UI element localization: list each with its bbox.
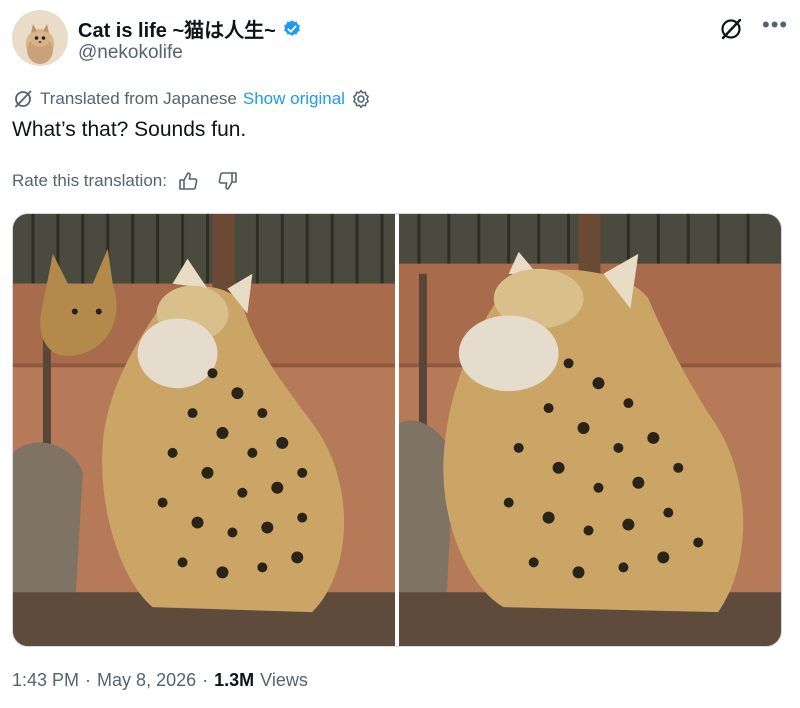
show-original-link[interactable]: Show original (243, 89, 345, 109)
tweet-meta: 1:43 PM · May 8, 2026 · 1.3M Views (12, 670, 308, 691)
display-name[interactable]: Cat is life ~猫は人生~ (78, 14, 276, 43)
photo-2[interactable] (399, 214, 781, 646)
views-label: Views (260, 670, 308, 690)
avatar[interactable] (12, 10, 68, 66)
grok-icon[interactable] (718, 16, 744, 42)
views-count: 1.3M (214, 670, 255, 690)
media-grid (12, 213, 782, 647)
handle[interactable]: @nekokolife (78, 42, 183, 64)
separator: · (202, 670, 209, 690)
separator: · (85, 670, 92, 690)
tweet-text: What’s that? Sounds fun. (12, 118, 247, 141)
thumbs-up-icon[interactable] (177, 170, 199, 192)
translated-label: Translated from Japanese (40, 89, 237, 108)
translate-icon (15, 90, 32, 108)
thumbs-down-icon[interactable] (217, 170, 239, 192)
gear-icon[interactable] (351, 89, 371, 109)
tweet-date[interactable]: May 8, 2026 (97, 670, 196, 691)
translation-info: Translated from Japanese Show original (12, 88, 371, 110)
rate-label: Rate this translation: (12, 171, 167, 190)
name-row: Cat is life ~猫は人生~ (78, 14, 302, 43)
verified-icon (283, 19, 300, 36)
photo-1[interactable] (13, 214, 395, 646)
more-icon[interactable]: ••• (762, 14, 787, 38)
tweet-time[interactable]: 1:43 PM (12, 670, 79, 691)
tweet-header: Cat is life ~猫は人生~ @nekokolife ••• (12, 10, 787, 66)
rate-translation: Rate this translation: (12, 170, 239, 192)
